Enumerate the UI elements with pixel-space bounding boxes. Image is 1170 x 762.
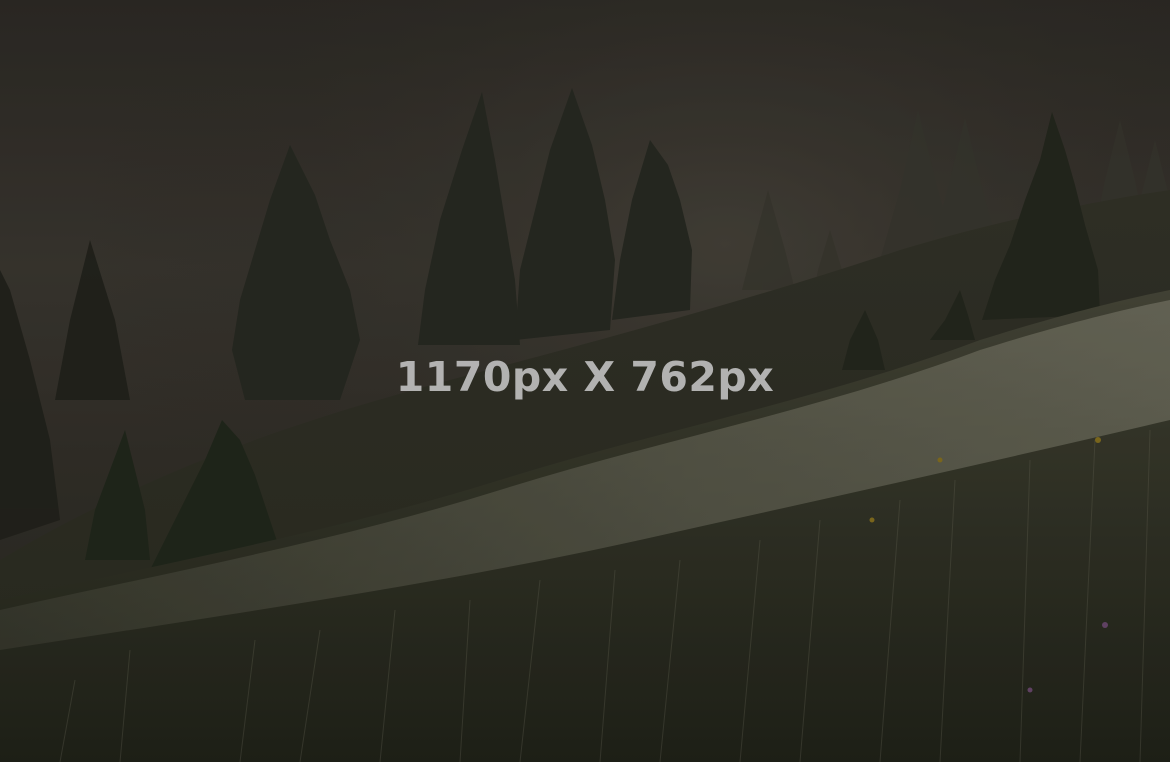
placeholder-image: 1170px X 762px [0, 0, 1170, 762]
image-dimensions-label: 1170px X 762px [395, 353, 775, 401]
